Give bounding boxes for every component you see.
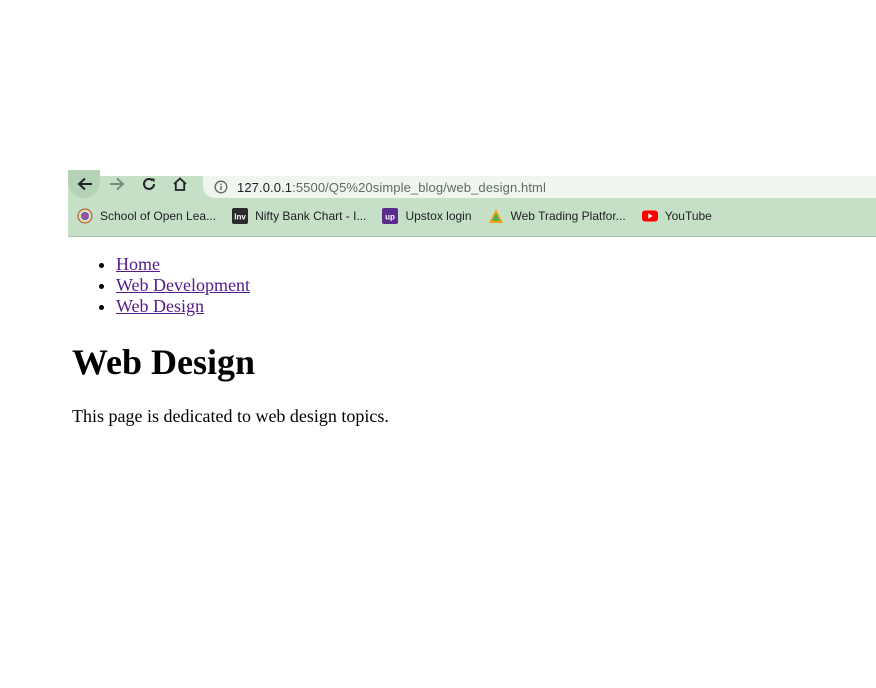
pyramid-logo-icon	[488, 208, 504, 224]
browser-toolbar: 127.0.0.1:5500/Q5%20simple_blog/web_desi…	[68, 170, 876, 198]
page-title: Web Design	[72, 342, 256, 382]
home-icon	[173, 177, 187, 191]
reload-button[interactable]	[137, 176, 161, 192]
nav-link-web-design[interactable]: Web Design	[116, 296, 204, 316]
nav-link-home[interactable]: Home	[116, 254, 160, 274]
svg-text:Inv: Inv	[234, 213, 246, 222]
forward-button[interactable]	[105, 176, 129, 192]
url-path: :5500/Q5%20simple_blog/web_design.html	[292, 179, 546, 195]
bookmark-school-of-open-learning[interactable]: School of Open Lea...	[77, 205, 216, 227]
bookmark-label: Upstox login	[405, 209, 472, 223]
nav-item-web-design: Web Design	[116, 296, 852, 317]
nav-item-home: Home	[116, 254, 852, 275]
bookmark-nifty-bank-chart[interactable]: Inv Nifty Bank Chart - I...	[232, 205, 366, 227]
svg-text:up: up	[386, 213, 396, 222]
university-seal-icon	[77, 208, 93, 224]
bookmark-web-trading-platform[interactable]: Web Trading Platfor...	[488, 205, 626, 227]
bookmark-youtube[interactable]: YouTube	[641, 205, 712, 227]
browser-chrome: 127.0.0.1:5500/Q5%20simple_blog/web_desi…	[68, 170, 876, 237]
bookmark-label: School of Open Lea...	[100, 209, 217, 223]
bookmark-label: YouTube	[664, 209, 712, 223]
url-text: 127.0.0.1:5500/Q5%20simple_blog/web_desi…	[237, 180, 546, 195]
url-host: 127.0.0.1	[237, 179, 293, 195]
info-icon[interactable]	[214, 180, 228, 194]
bookmarks-bar: School of Open Lea... Inv Nifty Bank Cha…	[68, 205, 876, 227]
arrow-right-icon	[110, 177, 125, 191]
site-nav: Home Web Development Web Design	[72, 254, 852, 317]
back-button[interactable]	[73, 176, 97, 192]
upstox-logo-icon: up	[382, 208, 399, 224]
investing-logo-icon: Inv	[232, 208, 249, 224]
home-button[interactable]	[168, 176, 192, 192]
page-description: This page is dedicated to web design top…	[72, 406, 389, 426]
bookmark-label: Nifty Bank Chart - I...	[255, 209, 367, 223]
reload-icon	[143, 177, 155, 190]
nav-link-web-development[interactable]: Web Development	[116, 275, 250, 295]
address-bar[interactable]: 127.0.0.1:5500/Q5%20simple_blog/web_desi…	[203, 176, 876, 198]
bookmark-upstox-login[interactable]: up Upstox login	[382, 205, 472, 227]
arrow-left-icon	[77, 177, 92, 191]
bookmark-label: Web Trading Platfor...	[510, 209, 626, 223]
youtube-logo-icon	[641, 208, 658, 224]
page-content: Home Web Development Web Design Web Desi…	[72, 244, 852, 427]
nav-item-web-development: Web Development	[116, 275, 852, 296]
